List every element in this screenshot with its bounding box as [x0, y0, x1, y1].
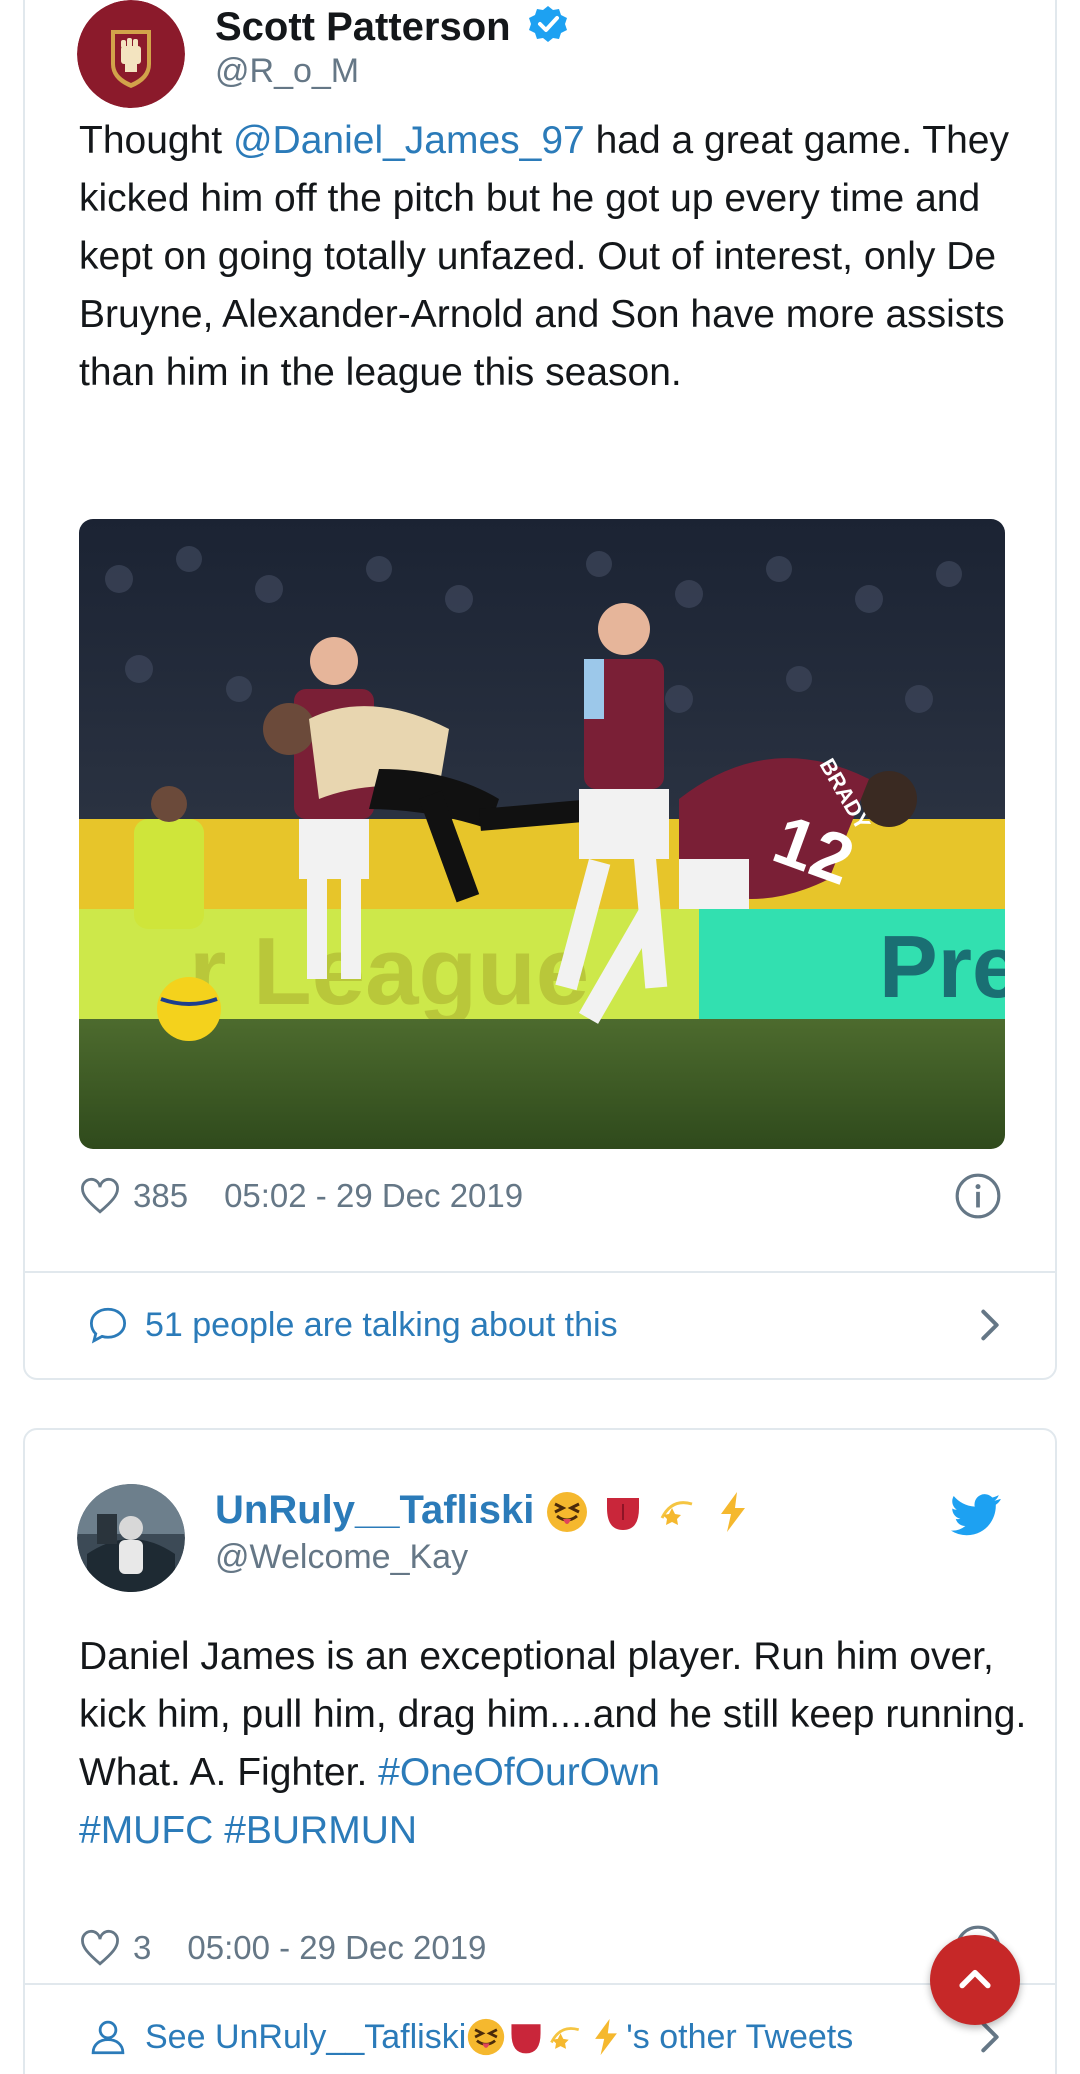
- tweet-card-unruly-tafliski: UnRuly__Tafliski @Welcome_Kay Daniel Jam…: [23, 1428, 1057, 2074]
- chevron-right-icon[interactable]: [975, 1305, 1005, 1345]
- tweet-text: Thought @Daniel_James_97 had a great gam…: [79, 112, 1039, 402]
- lightning-emoji-icon: [720, 1492, 745, 1533]
- author-name-text[interactable]: Scott Patterson: [215, 5, 511, 49]
- twitter-bird-icon[interactable]: [951, 1494, 1001, 1536]
- author-avatar[interactable]: [77, 1484, 185, 1592]
- person-in-car-avatar-icon: [77, 1484, 185, 1592]
- divider: [25, 1271, 1055, 1273]
- author-name-text[interactable]: UnRuly__Tafliski: [215, 1488, 534, 1532]
- tweet-meta: 3 05:00 - 29 Dec 2019: [79, 1918, 486, 1978]
- see-other-tweets-link[interactable]: See UnRuly__Tafliski 's other Tweets: [87, 1997, 1005, 2074]
- tongue-emoji-icon: [606, 1498, 639, 1531]
- heart-icon[interactable]: [79, 1175, 121, 1217]
- author-handle[interactable]: @Welcome_Kay: [215, 1538, 468, 1577]
- board-text-right: Pre: [879, 917, 1005, 1016]
- tweet-text: Daniel James is an exceptional player. R…: [79, 1628, 1039, 1860]
- fist-crest-avatar-icon: [77, 0, 185, 108]
- tweet-timestamp[interactable]: 05:00 - 29 Dec 2019: [187, 1929, 486, 1967]
- league-board-text: r League: [189, 918, 589, 1025]
- lightning-emoji-icon: [595, 2018, 618, 2056]
- speech-bubble-icon: [89, 1307, 127, 1344]
- author-name[interactable]: UnRuly__Tafliski: [215, 1488, 755, 1534]
- like-count: 3: [133, 1929, 152, 1966]
- tweet-card-scott-patterson: Scott Patterson @R_o_M Thought @Daniel_J…: [23, 0, 1057, 1380]
- chevron-up-icon: [959, 1969, 991, 1989]
- see-prefix[interactable]: See: [145, 2018, 215, 2057]
- hashtag-link[interactable]: #BURMUN: [224, 1809, 417, 1852]
- hashtag-link[interactable]: #OneOfOurOwn: [378, 1751, 660, 1794]
- info-icon[interactable]: [953, 1171, 1003, 1221]
- see-suffix[interactable]: 's other Tweets: [626, 2018, 853, 2057]
- dizzy-emoji-icon: [550, 2027, 580, 2049]
- author-handle[interactable]: @R_o_M: [215, 52, 359, 91]
- dizzy-emoji-icon: [660, 1501, 693, 1526]
- squinting-tongue-emoji-icon: [547, 1492, 588, 1533]
- mention-link[interactable]: @Daniel_James_97: [233, 119, 585, 162]
- author-avatar[interactable]: [77, 0, 185, 108]
- tweet-photo[interactable]: r League Pre: [79, 519, 1005, 1149]
- like-count: 385: [133, 1177, 189, 1214]
- heart-icon[interactable]: [79, 1927, 121, 1969]
- see-name[interactable]: UnRuly__Tafliski: [215, 2018, 466, 2057]
- football-match-photo: r League Pre: [79, 519, 1005, 1149]
- hashtag-link[interactable]: #MUFC: [79, 1809, 213, 1852]
- tweet-text-start: Thought: [79, 119, 233, 162]
- person-icon: [91, 2020, 125, 2055]
- author-name[interactable]: Scott Patterson: [215, 4, 568, 50]
- tweet-timestamp[interactable]: 05:02 - 29 Dec 2019: [224, 1177, 523, 1215]
- verified-badge-icon: [528, 6, 567, 42]
- scroll-to-top-button[interactable]: [930, 1935, 1020, 2025]
- conversation-link[interactable]: 51 people are talking about this: [87, 1285, 1005, 1365]
- tweet-meta: 385 05:02 - 29 Dec 2019: [79, 1166, 523, 1226]
- divider: [25, 1983, 1055, 1985]
- tongue-emoji-icon: [511, 2024, 541, 2054]
- conversation-label[interactable]: 51 people are talking about this: [145, 1306, 618, 1345]
- squinting-tongue-emoji-icon: [468, 2018, 505, 2056]
